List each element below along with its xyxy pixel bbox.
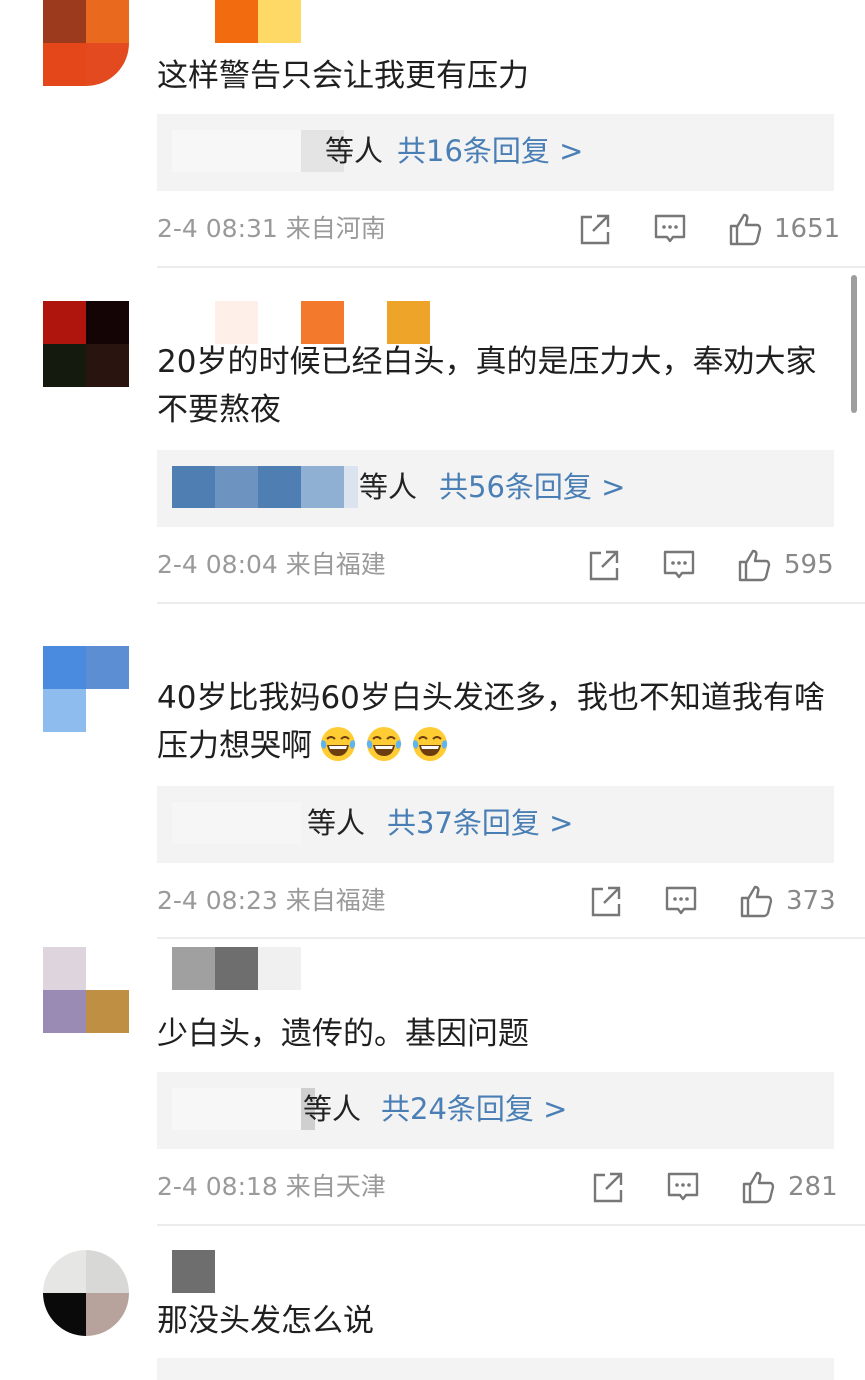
reply-users-label: 等人 (325, 134, 384, 168)
reply-count-link[interactable]: 共24条回复 > (381, 1089, 567, 1129)
tears-of-joy-emoji (320, 727, 356, 761)
comment-location: 来自福建 (285, 886, 386, 915)
share-icon[interactable] (578, 212, 612, 246)
comment-text-body: 40岁比我妈60岁白头发还多，我也不知道我有啥压力想哭啊 (157, 680, 825, 764)
action-bar: 281 (591, 1170, 838, 1210)
tears-of-joy-emoji (366, 727, 402, 761)
comment-meta: 2-4 08:23 来自福建 (157, 884, 386, 918)
divider (157, 1224, 865, 1226)
reply-count-link[interactable]: 共16条回复 > (397, 131, 583, 171)
comment-text: 少白头，遗传的。基因问题 (157, 1016, 529, 1052)
reply-summary[interactable]: 等人 共16条回复 > (157, 114, 834, 191)
comment-meta: 2-4 08:31 来自河南 (157, 212, 386, 246)
avatar[interactable] (43, 0, 129, 86)
avatar[interactable] (43, 1250, 129, 1336)
avatar[interactable] (43, 646, 129, 732)
avatar[interactable] (43, 301, 129, 387)
comment-time: 2-4 08:31 (157, 214, 278, 243)
share-icon[interactable] (587, 548, 621, 582)
reply-summary[interactable] (157, 1358, 834, 1380)
divider (157, 937, 865, 939)
comment-icon[interactable] (664, 884, 698, 918)
divider (157, 602, 865, 604)
comment-location: 来自天津 (285, 1172, 386, 1201)
comment-text: 40岁比我妈60岁白头发还多，我也不知道我有啥压力想哭啊 (157, 674, 837, 770)
reply-count-link[interactable]: 共56条回复 > (439, 467, 625, 507)
comment-icon[interactable] (653, 212, 687, 246)
reply-users-label: 等人 (359, 470, 418, 504)
comment-meta: 2-4 08:04 来自福建 (157, 548, 386, 582)
username-blurred[interactable] (172, 947, 472, 990)
username-blurred[interactable] (215, 0, 515, 43)
action-bar: 595 (587, 548, 837, 588)
like-count: 1651 (774, 214, 841, 244)
divider (157, 266, 865, 268)
comment-text: 这样警告只会让我更有压力 (157, 58, 529, 94)
share-icon[interactable] (589, 884, 623, 918)
comment-meta: 2-4 08:18 来自天津 (157, 1170, 386, 1204)
comment-icon[interactable] (666, 1170, 700, 1204)
reply-users-label: 等人 (303, 1092, 362, 1126)
thumbs-up-icon[interactable] (741, 1170, 775, 1204)
reply-summary[interactable]: 等人 共37条回复 > (157, 786, 834, 863)
comment-text: 20岁的时候已经白头，真的是压力大，奉劝大家不要熬夜 (157, 344, 817, 428)
share-icon[interactable] (591, 1170, 625, 1204)
reply-summary[interactable]: 等人 共56条回复 > (157, 450, 834, 527)
tears-of-joy-emoji (412, 727, 448, 761)
action-bar: 1651 (578, 212, 841, 252)
comment-location: 来自福建 (285, 550, 386, 579)
reply-users-label: 等人 (307, 806, 366, 840)
reply-count-link[interactable]: 共37条回复 > (387, 803, 573, 843)
thumbs-up-icon[interactable] (728, 212, 762, 246)
thumbs-up-icon[interactable] (739, 884, 773, 918)
action-bar: 373 (589, 884, 837, 924)
like-count: 281 (788, 1172, 838, 1202)
thumbs-up-icon[interactable] (737, 548, 771, 582)
comment-location: 来自河南 (285, 214, 386, 243)
like-count: 595 (784, 550, 834, 580)
reply-summary[interactable]: 等人 共24条回复 > (157, 1072, 834, 1149)
username-blurred[interactable] (172, 1250, 472, 1293)
comment-time: 2-4 08:18 (157, 1172, 278, 1201)
avatar[interactable] (43, 947, 129, 1033)
scrollbar[interactable] (851, 275, 857, 413)
comment-text: 那没头发怎么说 (157, 1303, 374, 1339)
comment-time: 2-4 08:23 (157, 886, 278, 915)
like-count: 373 (786, 886, 836, 916)
comment-time: 2-4 08:04 (157, 550, 278, 579)
comment-icon[interactable] (662, 548, 696, 582)
